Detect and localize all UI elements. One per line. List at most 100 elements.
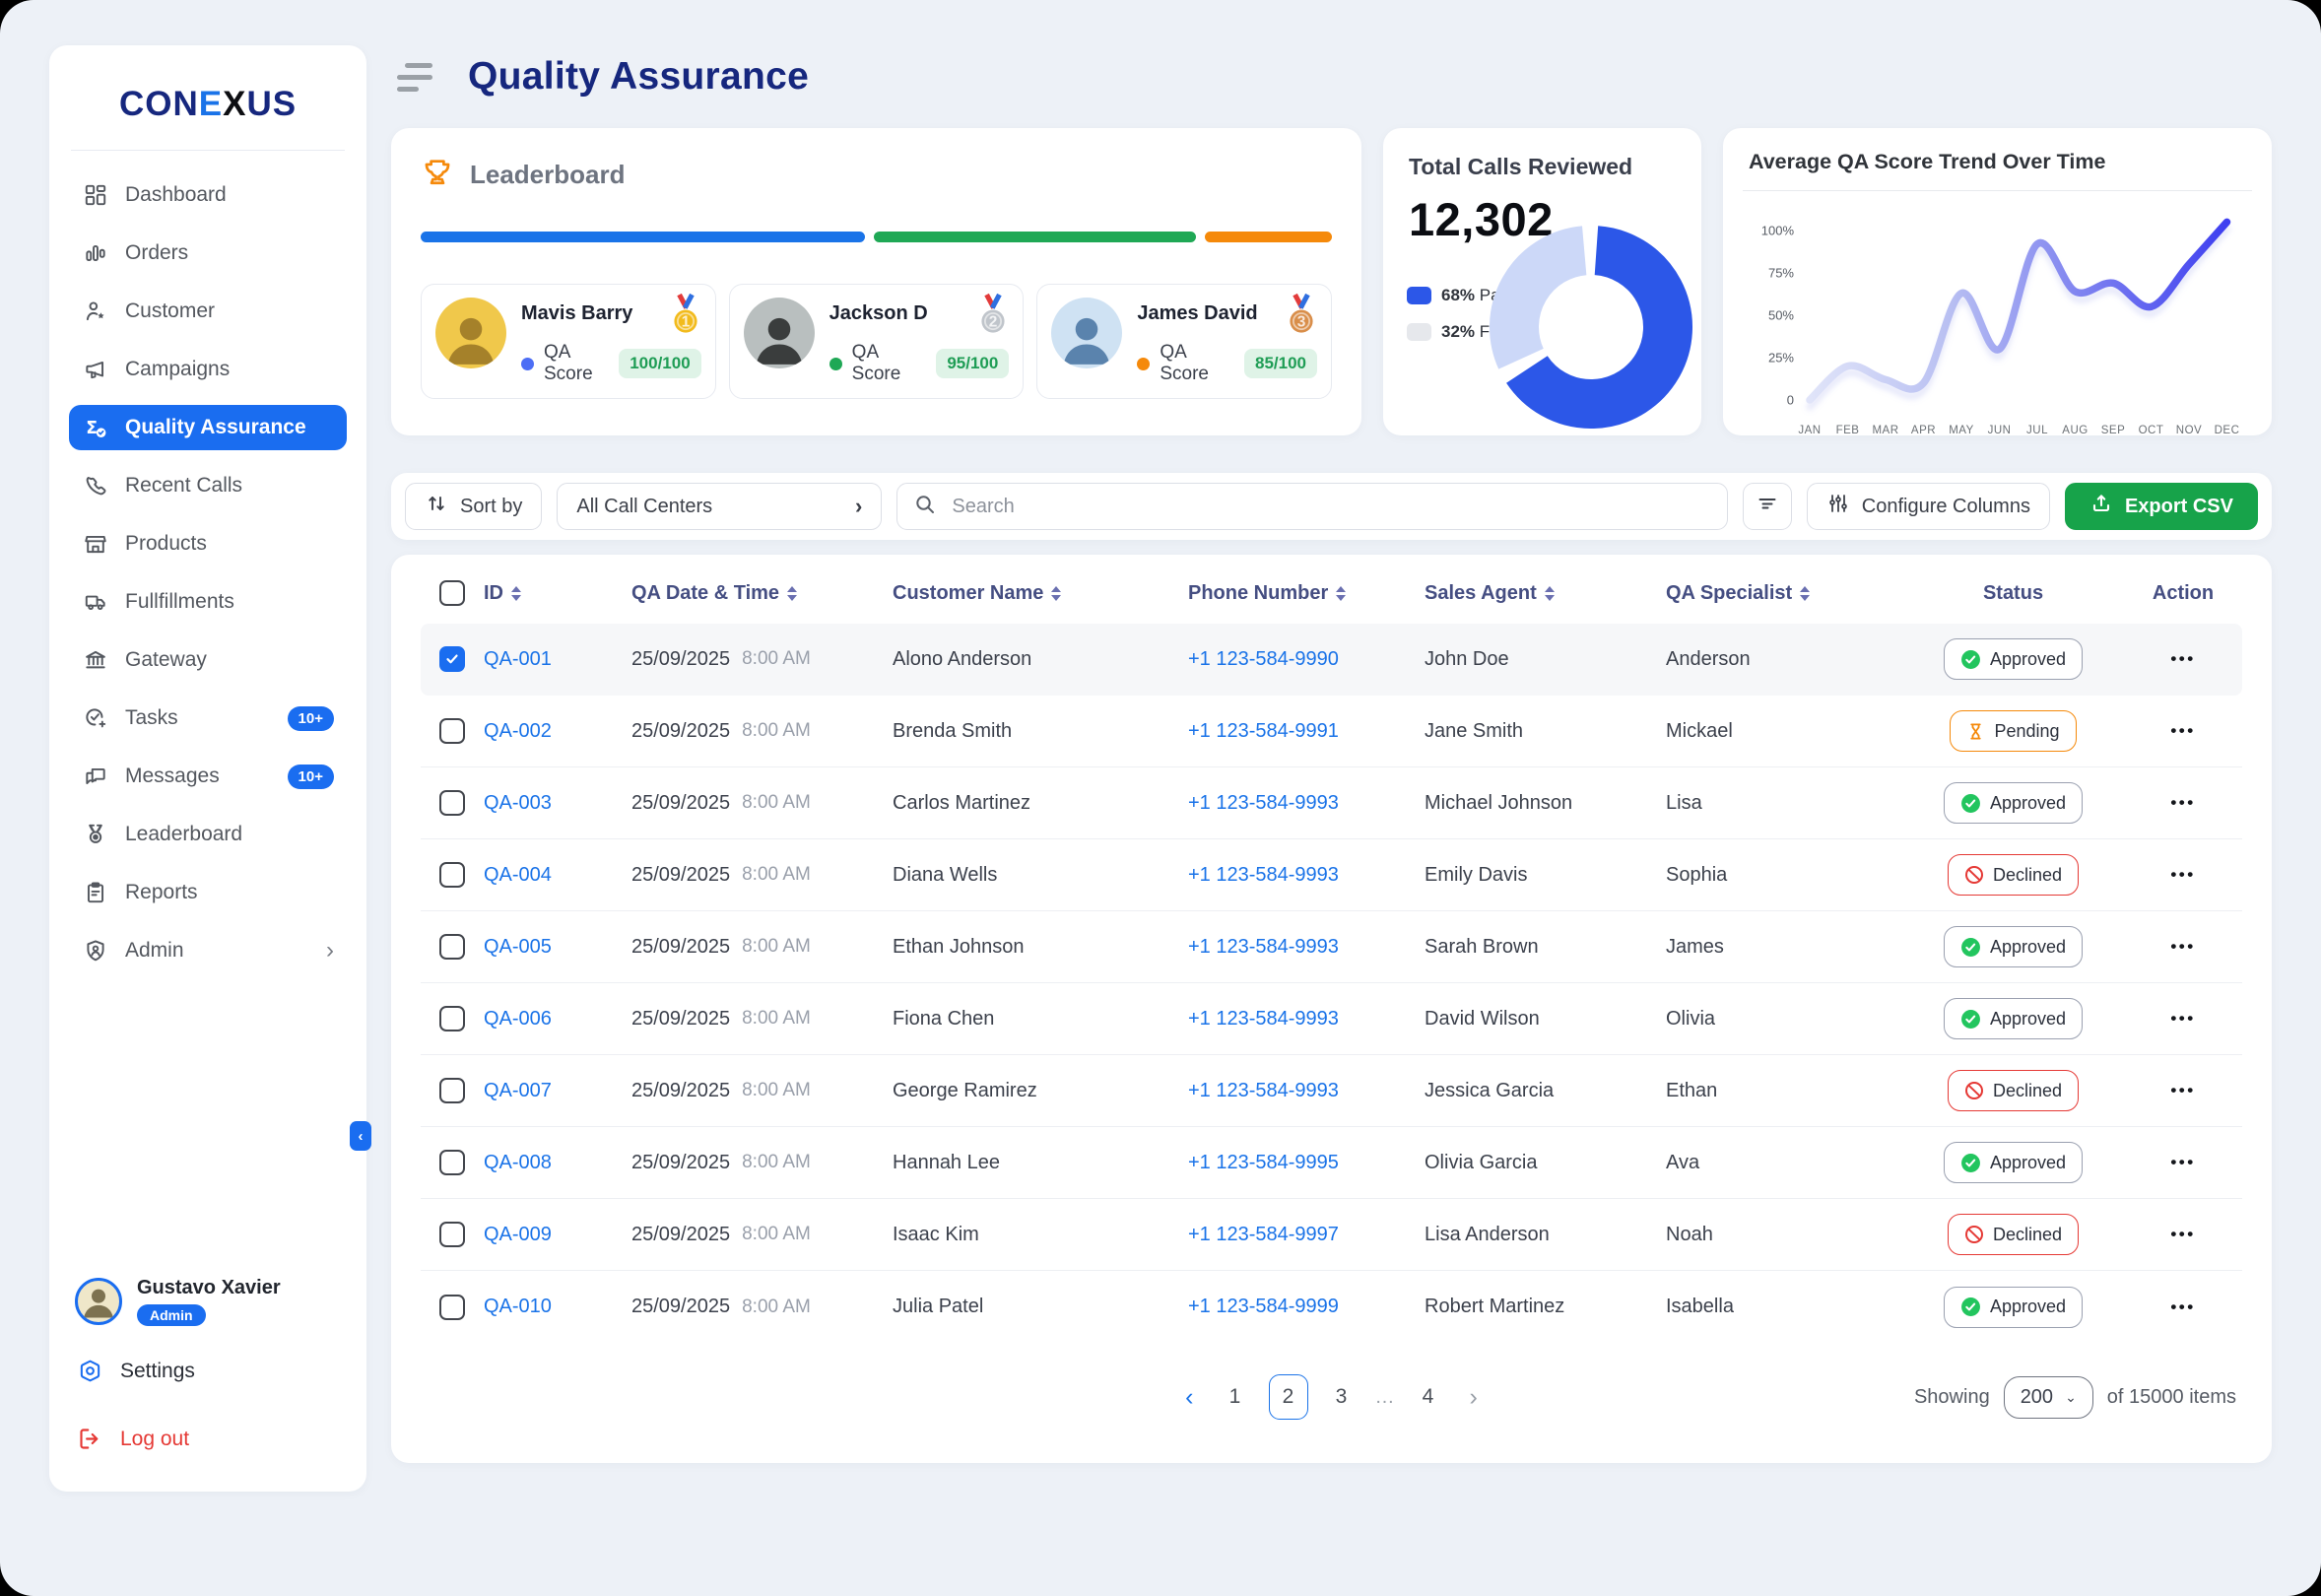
table-toolbar: Sort by All Call Centers › — [391, 473, 2272, 540]
sidebar-item-recent-calls[interactable]: Recent Calls — [69, 463, 347, 508]
sidebar-item-products[interactable]: Products — [69, 521, 347, 566]
column-header-id[interactable]: ID — [484, 582, 631, 605]
avatar — [744, 298, 815, 368]
phone-number[interactable]: +1 123-584-9995 — [1188, 1152, 1425, 1174]
passed-failed-donut-chart — [1487, 223, 1695, 432]
y-tick-label: 50% — [1768, 308, 1794, 323]
logout-link[interactable]: Log out — [69, 1416, 347, 1462]
export-icon — [2089, 492, 2113, 521]
qa-id-link[interactable]: QA-008 — [484, 1152, 552, 1174]
sidebar-item-quality-assurance[interactable]: ΣQuality Assurance — [69, 405, 347, 450]
qa-id-link[interactable]: QA-003 — [484, 792, 552, 815]
search-input[interactable] — [950, 495, 1710, 519]
call-center-select[interactable]: All Call Centers › — [557, 483, 882, 530]
sidebar-item-dashboard[interactable]: Dashboard — [69, 172, 347, 218]
row-actions-button[interactable]: ••• — [2170, 1225, 2195, 1244]
phone-number[interactable]: +1 123-584-9991 — [1188, 720, 1425, 743]
configure-columns-button[interactable]: Configure Columns — [1807, 483, 2050, 530]
sidebar-item-campaigns[interactable]: Campaigns — [69, 347, 347, 392]
phone-number[interactable]: +1 123-584-9993 — [1188, 864, 1425, 887]
qa-id-link[interactable]: QA-004 — [484, 864, 552, 887]
search-box[interactable] — [896, 483, 1727, 530]
sidebar-item-messages[interactable]: Messages10+ — [69, 754, 347, 799]
phone-number[interactable]: +1 123-584-9999 — [1188, 1296, 1425, 1318]
user-profile[interactable]: Gustavo Xavier Admin — [69, 1271, 347, 1340]
row-actions-button[interactable]: ••• — [2170, 793, 2195, 813]
phone-number[interactable]: +1 123-584-9993 — [1188, 792, 1425, 815]
sidebar-item-orders[interactable]: Orders — [69, 231, 347, 276]
row-checkbox[interactable] — [439, 790, 465, 816]
sidebar-item-reports[interactable]: Reports — [69, 870, 347, 915]
leaderboard-entry-jackson-d[interactable]: Jackson D QA Score 95/100 2 — [729, 284, 1025, 399]
page-1-button[interactable]: 1 — [1216, 1374, 1255, 1420]
qa-date-time: 25/09/20258:00 AM — [631, 792, 893, 815]
qa-id-link[interactable]: QA-001 — [484, 648, 552, 671]
sidebar-item-fullfillments[interactable]: Fullfillments — [69, 579, 347, 625]
column-header-qa-specialist[interactable]: QA Specialist — [1666, 582, 1902, 605]
qa-specialist: Mickael — [1666, 720, 1902, 743]
row-checkbox[interactable] — [439, 1295, 465, 1320]
hourglass-icon — [1966, 722, 1985, 741]
page-3-button[interactable]: 3 — [1322, 1374, 1361, 1420]
export-csv-button[interactable]: Export CSV — [2065, 483, 2258, 530]
sidebar-item-admin[interactable]: Admin› — [69, 928, 347, 973]
qa-id-link[interactable]: QA-002 — [484, 720, 552, 743]
qa-id-link[interactable]: QA-007 — [484, 1080, 552, 1102]
row-checkbox[interactable] — [439, 718, 465, 744]
check-circle-icon — [1960, 1297, 1981, 1317]
phone-number[interactable]: +1 123-584-9993 — [1188, 936, 1425, 959]
filter-button[interactable] — [1743, 483, 1792, 530]
row-checkbox[interactable] — [439, 646, 465, 672]
phone-number[interactable]: +1 123-584-9990 — [1188, 648, 1425, 671]
row-actions-button[interactable]: ••• — [2170, 1009, 2195, 1029]
chevron-right-icon: › — [326, 939, 334, 963]
row-checkbox[interactable] — [439, 1078, 465, 1103]
qa-id-link[interactable]: QA-005 — [484, 936, 552, 959]
column-header-customer-name[interactable]: Customer Name — [893, 582, 1188, 605]
next-page-button[interactable]: › — [1462, 1383, 1486, 1412]
settings-link[interactable]: Settings — [69, 1348, 347, 1394]
row-actions-button[interactable]: ••• — [2170, 865, 2195, 885]
page-4-button[interactable]: 4 — [1409, 1374, 1448, 1420]
row-checkbox[interactable] — [439, 1222, 465, 1247]
sales-agent: Jane Smith — [1425, 720, 1666, 743]
sidebar-collapse-button[interactable]: ‹ — [350, 1121, 371, 1151]
prev-page-button[interactable]: ‹ — [1177, 1383, 1201, 1412]
sort-by-button[interactable]: Sort by — [405, 483, 542, 530]
shield-user-icon — [82, 938, 108, 964]
sidebar-item-gateway[interactable]: Gateway — [69, 637, 347, 683]
sidebar-item-tasks[interactable]: Tasks10+ — [69, 696, 347, 741]
row-actions-button[interactable]: ••• — [2170, 649, 2195, 669]
phone-number[interactable]: +1 123-584-9993 — [1188, 1080, 1425, 1102]
row-actions-button[interactable]: ••• — [2170, 721, 2195, 741]
row-checkbox[interactable] — [439, 1006, 465, 1031]
column-header-sales-agent[interactable]: Sales Agent — [1425, 582, 1666, 605]
qa-id-link[interactable]: QA-010 — [484, 1296, 552, 1318]
table-body: QA-001 25/09/20258:00 AM Alono Anderson … — [421, 624, 2242, 1343]
prohibited-icon — [1964, 865, 1984, 885]
page-2-button[interactable]: 2 — [1269, 1374, 1308, 1420]
row-actions-button[interactable]: ••• — [2170, 1153, 2195, 1172]
page-size-select[interactable]: 200 ⌄ — [2004, 1376, 2093, 1419]
column-header-phone-number[interactable]: Phone Number — [1188, 582, 1425, 605]
row-checkbox[interactable] — [439, 934, 465, 960]
row-actions-button[interactable]: ••• — [2170, 937, 2195, 957]
leaderboard-entry-mavis-barry[interactable]: Mavis Barry QA Score 100/100 1 — [421, 284, 716, 399]
column-header-qa-date-time[interactable]: QA Date & Time — [631, 582, 893, 605]
qa-id-link[interactable]: QA-006 — [484, 1008, 552, 1031]
sidebar-item-customer[interactable]: Customer — [69, 289, 347, 334]
leaderboard-entry-james-david[interactable]: James David QA Score 85/100 3 — [1036, 284, 1332, 399]
qa-id-link[interactable]: QA-009 — [484, 1224, 552, 1246]
row-checkbox[interactable] — [439, 1150, 465, 1175]
select-all-checkbox[interactable] — [439, 580, 465, 606]
x-tick-label: OCT — [2139, 425, 2164, 436]
sidebar-item-leaderboard[interactable]: Leaderboard — [69, 812, 347, 857]
qa-table: IDQA Date & TimeCustomer NamePhone Numbe… — [391, 555, 2272, 1463]
row-actions-button[interactable]: ••• — [2170, 1081, 2195, 1100]
customer-name: Hannah Lee — [893, 1152, 1188, 1174]
phone-number[interactable]: +1 123-584-9997 — [1188, 1224, 1425, 1246]
row-checkbox[interactable] — [439, 862, 465, 888]
phone-number[interactable]: +1 123-584-9993 — [1188, 1008, 1425, 1031]
row-actions-button[interactable]: ••• — [2170, 1297, 2195, 1317]
menu-icon[interactable] — [391, 63, 431, 92]
